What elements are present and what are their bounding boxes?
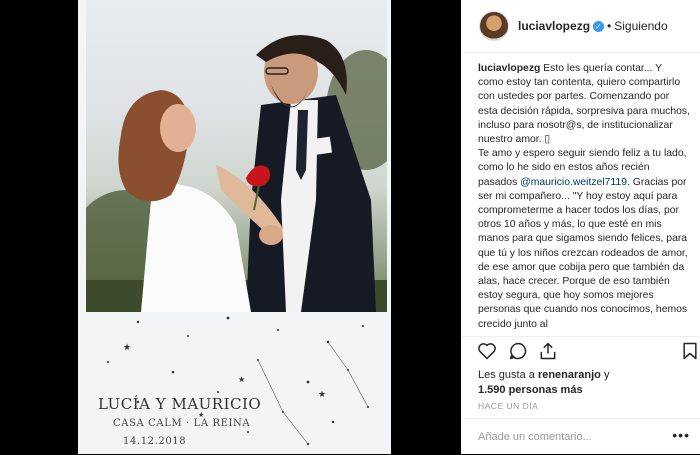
- likes-prefix: Les gusta a: [478, 369, 538, 381]
- post-timestamp[interactable]: HACE UN DÍA: [478, 401, 538, 411]
- svg-text:★: ★: [123, 343, 131, 353]
- likes-middle: y: [600, 369, 610, 381]
- svg-text:★: ★: [238, 375, 245, 384]
- post-header: luciavlopezg ✓ • Siguiendo: [461, 0, 700, 53]
- post-sidebar: luciavlopezg ✓ • Siguiendo luciavlopezg …: [461, 0, 700, 454]
- caption: luciavlopezg Esto les quería contar... Y…: [478, 62, 690, 338]
- card-date: 14.12.2018: [123, 436, 187, 447]
- comment-bar: •••: [461, 418, 700, 455]
- comment-icon[interactable]: [508, 341, 528, 361]
- verified-badge-icon: ✓: [593, 20, 605, 32]
- wedding-card-image[interactable]: ★ ★ ★ ★ LUCÍA Y MAURICIO CASA CALM · LA …: [78, 0, 391, 454]
- comment-input[interactable]: [478, 429, 668, 445]
- caption-text-3: . Gracias por ser mi compañero... "Y hoy…: [478, 176, 688, 330]
- stars-pattern: ★ ★ ★ ★: [107, 316, 369, 446]
- likes-count-link[interactable]: 1.590 personas más: [478, 384, 583, 396]
- caption-username[interactable]: luciavlopezg: [478, 63, 540, 74]
- following-button[interactable]: Siguiendo: [614, 19, 667, 33]
- action-bar: [461, 336, 700, 367]
- likes-user-link[interactable]: renenaranjo: [538, 369, 601, 381]
- caption-mention-link[interactable]: @mauricio.weitzel7119: [520, 177, 627, 188]
- share-icon[interactable]: [538, 341, 558, 361]
- card-names: LUCÍA Y MAURICIO: [98, 395, 262, 413]
- bookmark-icon[interactable]: [680, 341, 700, 361]
- card-venue: CASA CALM · LA REINA: [113, 418, 251, 429]
- heart-icon[interactable]: [477, 341, 497, 361]
- avatar[interactable]: [479, 11, 509, 41]
- header-username[interactable]: luciavlopezg: [518, 19, 590, 33]
- svg-text:★: ★: [318, 390, 326, 400]
- likes-summary: Les gusta a renenaranjo y 1.590 personas…: [478, 368, 693, 398]
- caption-text-1: Esto les quería contar... Y como estoy t…: [478, 63, 690, 146]
- more-options-icon[interactable]: •••: [672, 427, 690, 443]
- couple-illustration: [86, 35, 387, 312]
- couple-photo: [86, 0, 387, 312]
- post-image-area: ★ ★ ★ ★ LUCÍA Y MAURICIO CASA CALM · LA …: [0, 0, 461, 454]
- header-separator: •: [607, 19, 612, 33]
